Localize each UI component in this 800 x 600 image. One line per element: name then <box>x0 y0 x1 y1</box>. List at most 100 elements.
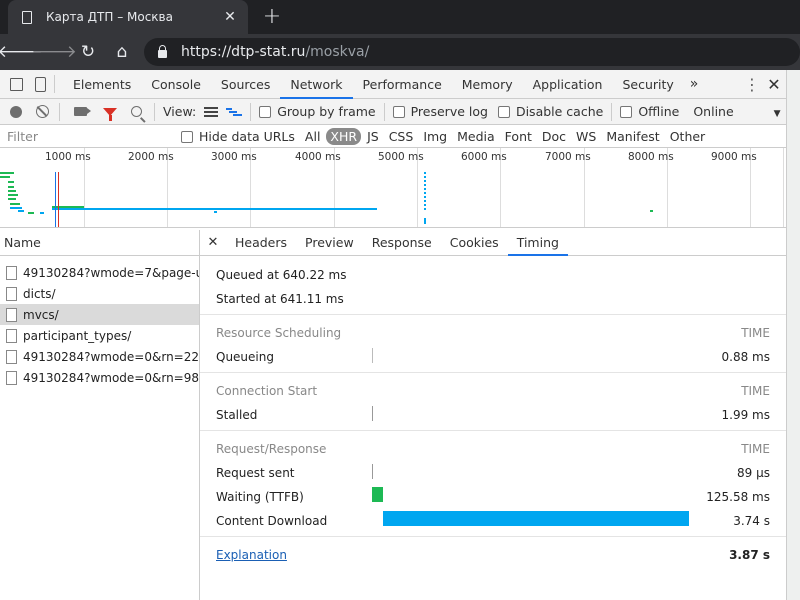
network-lower-pane: Name 49130284?wmode=7&page-ur... dicts/ … <box>0 230 786 600</box>
load-event-line <box>58 172 59 227</box>
filter-type-other[interactable]: Other <box>666 129 710 144</box>
tab-cookies[interactable]: Cookies <box>441 230 508 256</box>
device-toolbar-icon[interactable] <box>35 76 46 92</box>
file-icon <box>6 286 17 301</box>
group-by-frame-checkbox[interactable]: Group by frame <box>259 104 376 119</box>
request-row[interactable]: 49130284?wmode=0&rn=222... <box>0 346 199 367</box>
preserve-log-checkbox[interactable]: Preserve log <box>392 104 488 119</box>
dom-content-loaded-line <box>55 172 56 227</box>
back-button[interactable]: 🡐 <box>0 38 43 66</box>
url-path: /moskva/ <box>305 44 370 60</box>
tab-elements[interactable]: Elements <box>63 70 141 99</box>
tab-console[interactable]: Console <box>141 70 211 99</box>
filter-type-doc[interactable]: Doc <box>538 129 570 144</box>
overview-tick-label: 9000 ms <box>711 151 757 163</box>
queued-at: Queued at 640.22 ms <box>216 268 347 282</box>
tab-network[interactable]: Network <box>280 70 353 99</box>
address-bar[interactable]: https://dtp-stat.ru/moskva/ <box>144 38 800 66</box>
divider <box>200 372 786 373</box>
filter-type-media[interactable]: Media <box>453 129 499 144</box>
forward-button[interactable]: 🡒 <box>31 38 77 66</box>
offline-checkbox[interactable]: Offline <box>620 104 679 119</box>
overview-request-bar <box>18 210 24 212</box>
overview-request-bar <box>0 176 10 178</box>
overview-request-bar <box>40 212 44 214</box>
divider <box>54 75 55 93</box>
filter-icon[interactable] <box>103 107 117 121</box>
filter-type-xhr[interactable]: XHR <box>326 127 362 145</box>
tab-security[interactable]: Security <box>612 70 683 99</box>
close-devtools-icon[interactable]: ✕ <box>762 75 786 94</box>
timing-value: 0.88 ms <box>721 350 770 364</box>
disable-cache-checkbox[interactable]: Disable cache <box>497 104 603 119</box>
request-detail: ✕ Headers Preview Response Cookies Timin… <box>200 230 786 600</box>
large-rows-icon[interactable] <box>204 106 219 117</box>
overview-tick-label: 1000 ms <box>45 151 91 163</box>
ttfb-bar <box>372 487 383 502</box>
throttle-select[interactable]: Online ▼ <box>693 104 780 119</box>
omnibar: 🡐 🡒 ↻ ⌂ https://dtp-stat.ru/moskva/ <box>0 34 800 70</box>
divider <box>611 102 613 121</box>
screenshot-camera-icon[interactable] <box>74 107 91 116</box>
time-header: TIME <box>741 442 770 456</box>
record-icon[interactable] <box>10 105 22 118</box>
home-button[interactable]: ⌂ <box>108 38 136 66</box>
started-at: Started at 641.11 ms <box>216 292 344 306</box>
tab-response[interactable]: Response <box>363 230 441 256</box>
filter-type-font[interactable]: Font <box>501 129 536 144</box>
filter-type-css[interactable]: CSS <box>385 129 418 144</box>
overview-request-bar <box>8 190 16 192</box>
name-column-header[interactable]: Name <box>0 230 199 256</box>
close-tab-icon[interactable]: ✕ <box>222 9 238 25</box>
network-overview[interactable]: 1000 ms 2000 ms 3000 ms 4000 ms 5000 ms … <box>0 148 786 228</box>
search-icon[interactable] <box>131 106 142 117</box>
overview-tick-label: 3000 ms <box>211 151 257 163</box>
timing-value: 3.74 s <box>733 514 770 528</box>
filter-type-img[interactable]: Img <box>419 129 451 144</box>
overview-tick-label: 6000 ms <box>461 151 507 163</box>
new-tab-button[interactable]: + <box>260 4 284 29</box>
hide-data-urls-checkbox[interactable]: Hide data URLs <box>181 129 295 144</box>
tab-preview[interactable]: Preview <box>296 230 363 256</box>
request-row[interactable]: 49130284?wmode=0&rn=982... <box>0 367 199 388</box>
divider <box>154 102 155 121</box>
filter-type-all[interactable]: All <box>301 129 325 144</box>
divider <box>383 102 385 121</box>
queueing-bar <box>372 348 373 363</box>
waterfall-icon[interactable] <box>226 107 243 117</box>
filter-type-ws[interactable]: WS <box>572 129 600 144</box>
tab-timing[interactable]: Timing <box>507 230 568 256</box>
timing-value: 125.58 ms <box>706 490 770 504</box>
request-row-selected[interactable]: mvcs/ <box>0 304 199 325</box>
file-icon <box>6 307 17 322</box>
tab-sources[interactable]: Sources <box>211 70 280 99</box>
request-row[interactable]: participant_types/ <box>0 325 199 346</box>
divider <box>200 430 786 431</box>
timing-label: Request sent <box>216 466 295 480</box>
overview-request-bar <box>424 218 426 224</box>
overview-request-bar <box>8 181 14 183</box>
request-list: Name 49130284?wmode=7&page-ur... dicts/ … <box>0 230 200 600</box>
tab-performance[interactable]: Performance <box>353 70 452 99</box>
filter-input[interactable] <box>3 126 169 146</box>
tab-memory[interactable]: Memory <box>452 70 523 99</box>
inspect-element-icon[interactable] <box>10 77 23 91</box>
timing-label: Content Download <box>216 514 328 528</box>
devtools-panel-bar: Elements Console Sources Network Perform… <box>0 70 786 99</box>
more-panels-button[interactable]: » <box>684 76 705 92</box>
filter-type-manifest[interactable]: Manifest <box>602 129 663 144</box>
timing-label: Queueing <box>216 350 274 364</box>
tab-application[interactable]: Application <box>523 70 613 99</box>
browser-tab[interactable]: Карта ДТП – Москва ✕ <box>8 0 248 34</box>
reload-button[interactable]: ↻ <box>74 38 102 66</box>
close-detail-icon[interactable]: ✕ <box>200 235 226 250</box>
kebab-menu-icon[interactable]: ⋮ <box>742 75 762 94</box>
request-row[interactable]: 49130284?wmode=7&page-ur... <box>0 262 199 283</box>
filter-type-js[interactable]: JS <box>363 129 383 144</box>
timing-value: 1.99 ms <box>721 408 770 422</box>
request-row[interactable]: dicts/ <box>0 283 199 304</box>
section-title: Connection Start <box>216 384 318 398</box>
tab-headers[interactable]: Headers <box>226 230 296 256</box>
clear-icon[interactable] <box>36 105 49 118</box>
explanation-link[interactable]: Explanation <box>216 548 287 562</box>
